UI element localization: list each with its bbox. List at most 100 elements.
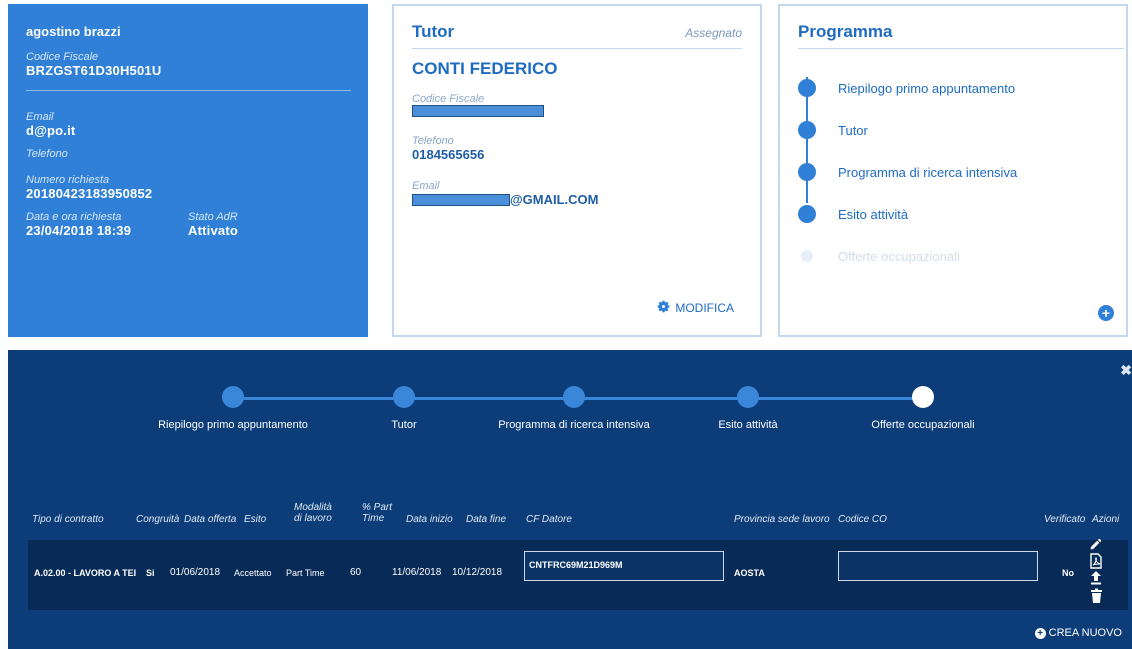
stepper-dot-current [912,386,934,408]
step-label: Tutor [838,122,868,138]
step-dot [801,250,813,262]
redacted-block [412,105,544,117]
program-card: Programma Riepilogo primo appuntamento T… [778,4,1128,337]
user-date-label: Data e ora richiesta [26,211,122,223]
col-data-inizio: Data inizio [406,514,453,525]
stepper-label: Tutor [391,419,417,431]
cell-provincia: AOSTA [734,568,765,578]
stepper-dot [222,386,244,408]
cf-datore-field[interactable]: CNTFRC69M21D969M [524,551,724,581]
trash-icon[interactable] [1088,587,1104,603]
cf-datore-value: CNTFRC69M21D969M [529,560,623,570]
tutor-email-value: @GMAIL.COM [412,192,742,207]
pdf-icon[interactable] [1088,553,1104,569]
user-request-value: 20180423183950852 [26,186,153,201]
close-icon[interactable]: ✖ [1120,362,1132,379]
step-dot [798,79,816,97]
col-modalita: Modalità di lavoro [294,502,332,524]
cell-data-inizio: 11/06/2018 [392,567,442,578]
stepper-label: Esito attività [718,419,778,431]
edit-icon[interactable] [1088,536,1104,552]
col-data-offerta: Data offerta [184,514,237,525]
user-state-value: Attivato [188,223,238,238]
row-actions [1086,536,1106,603]
create-new-label: CREA NUOVO [1048,627,1122,639]
tutor-cf-value [412,105,742,117]
offers-panel: ✖ Riepilogo primo appuntamento Tutor Pro… [8,350,1132,649]
stepper-step[interactable]: Riepilogo primo appuntamento [143,386,323,431]
col-provincia: Provincia sede lavoro [734,514,830,525]
program-step[interactable]: Riepilogo primo appuntamento [798,67,1108,109]
col-codice-co: Codice CO [838,514,887,525]
col-data-fine: Data fine [466,514,507,525]
cell-modalita: Part Time [286,568,325,578]
horizontal-stepper: Riepilogo primo appuntamento Tutor Progr… [8,386,1132,446]
tutor-title: Tutor [412,22,455,41]
col-congruita: Congruità [136,514,180,525]
add-icon[interactable]: + [1098,305,1114,321]
stepper-step[interactable]: Esito attività [658,386,838,431]
gear-icon [656,299,671,317]
col-verificato: Verificato [1044,514,1086,525]
col-cf-datore: CF Datore [526,514,572,525]
program-steps: Riepilogo primo appuntamento Tutor Progr… [798,67,1108,277]
stepper-dot [563,386,585,408]
user-email-value: d@po.it [26,123,76,138]
tutor-status: Assegnato [685,26,742,40]
col-tipo: Tipo di contratto [32,514,104,525]
user-date-state-row: Data e ora richiesta 23/04/2018 18:39 St… [26,211,350,248]
create-new-button[interactable]: + CREA NUOVO [1034,627,1122,639]
tutor-phone-value: 0184565656 [412,147,485,162]
cell-verificato: No [1062,568,1074,578]
stepper-step-current[interactable]: Offerte occupazionali [833,386,1013,431]
user-cf-value: BRZGST61D30H501U [26,63,162,78]
user-email-label: Email [26,111,54,123]
col-esito: Esito [244,514,267,525]
cell-congruita: Si [146,568,155,578]
stepper-label: Riepilogo primo appuntamento [158,419,308,431]
redacted-block [412,193,510,206]
col-azioni: Azioni [1092,514,1120,525]
user-card: agostino brazzi Codice Fiscale BRZGST61D… [8,4,368,337]
col-part-time: % Part Time [362,502,393,524]
step-label: Riepilogo primo appuntamento [838,80,1016,96]
stepper-dot [737,386,759,408]
tutor-name: CONTI FEDERICO [412,59,558,78]
tutor-divider [412,48,742,49]
table-header: Tipo di contratto Congruità Data offerta… [8,502,1132,538]
stepper-step[interactable]: Programma di ricerca intensiva [484,386,664,431]
tutor-cf-label: Codice Fiscale [412,93,485,105]
user-state-label: Stato AdR [188,211,238,223]
program-step[interactable]: Tutor [798,109,1108,151]
cell-esito: Accettato [234,568,272,578]
program-divider [798,48,1124,49]
step-label: Programma di ricerca intensiva [838,164,1018,180]
user-date-value: 23/04/2018 18:39 [26,223,132,238]
step-label: Esito attività [838,206,909,222]
modify-label: MODIFICA [675,301,734,315]
tutor-phone-label: Telefono [412,135,454,147]
step-dot [798,163,816,181]
tutor-email-suffix: @GMAIL.COM [510,192,599,207]
upload-icon[interactable] [1088,570,1104,586]
tutor-header: Tutor Assegnato [412,22,742,42]
stepper-step[interactable]: Tutor [314,386,494,431]
step-dot [798,121,816,139]
tutor-email-label: Email [412,180,440,192]
modify-button[interactable]: MODIFICA [656,299,734,317]
table-row: A.02.00 - LAVORO A TEI Si 01/06/2018 Acc… [28,538,1128,610]
step-dot [798,205,816,223]
user-cf-label: Codice Fiscale [26,51,99,63]
user-request-label: Numero richiesta [26,174,110,186]
step-label: Offerte occupazionali [838,248,960,264]
cell-data-offerta: 01/06/2018 [170,567,221,578]
program-step: Offerte occupazionali [798,235,1108,277]
program-step[interactable]: Programma di ricerca intensiva [798,151,1108,193]
user-phone-label: Telefono [26,148,68,160]
tutor-card: Tutor Assegnato CONTI FEDERICO Codice Fi… [392,4,762,337]
stepper-label: Offerte occupazionali [871,419,975,431]
program-step[interactable]: Esito attività [798,193,1108,235]
stepper-dot [393,386,415,408]
stepper-label: Programma di ricerca intensiva [498,419,650,431]
codice-co-field[interactable] [838,551,1038,581]
